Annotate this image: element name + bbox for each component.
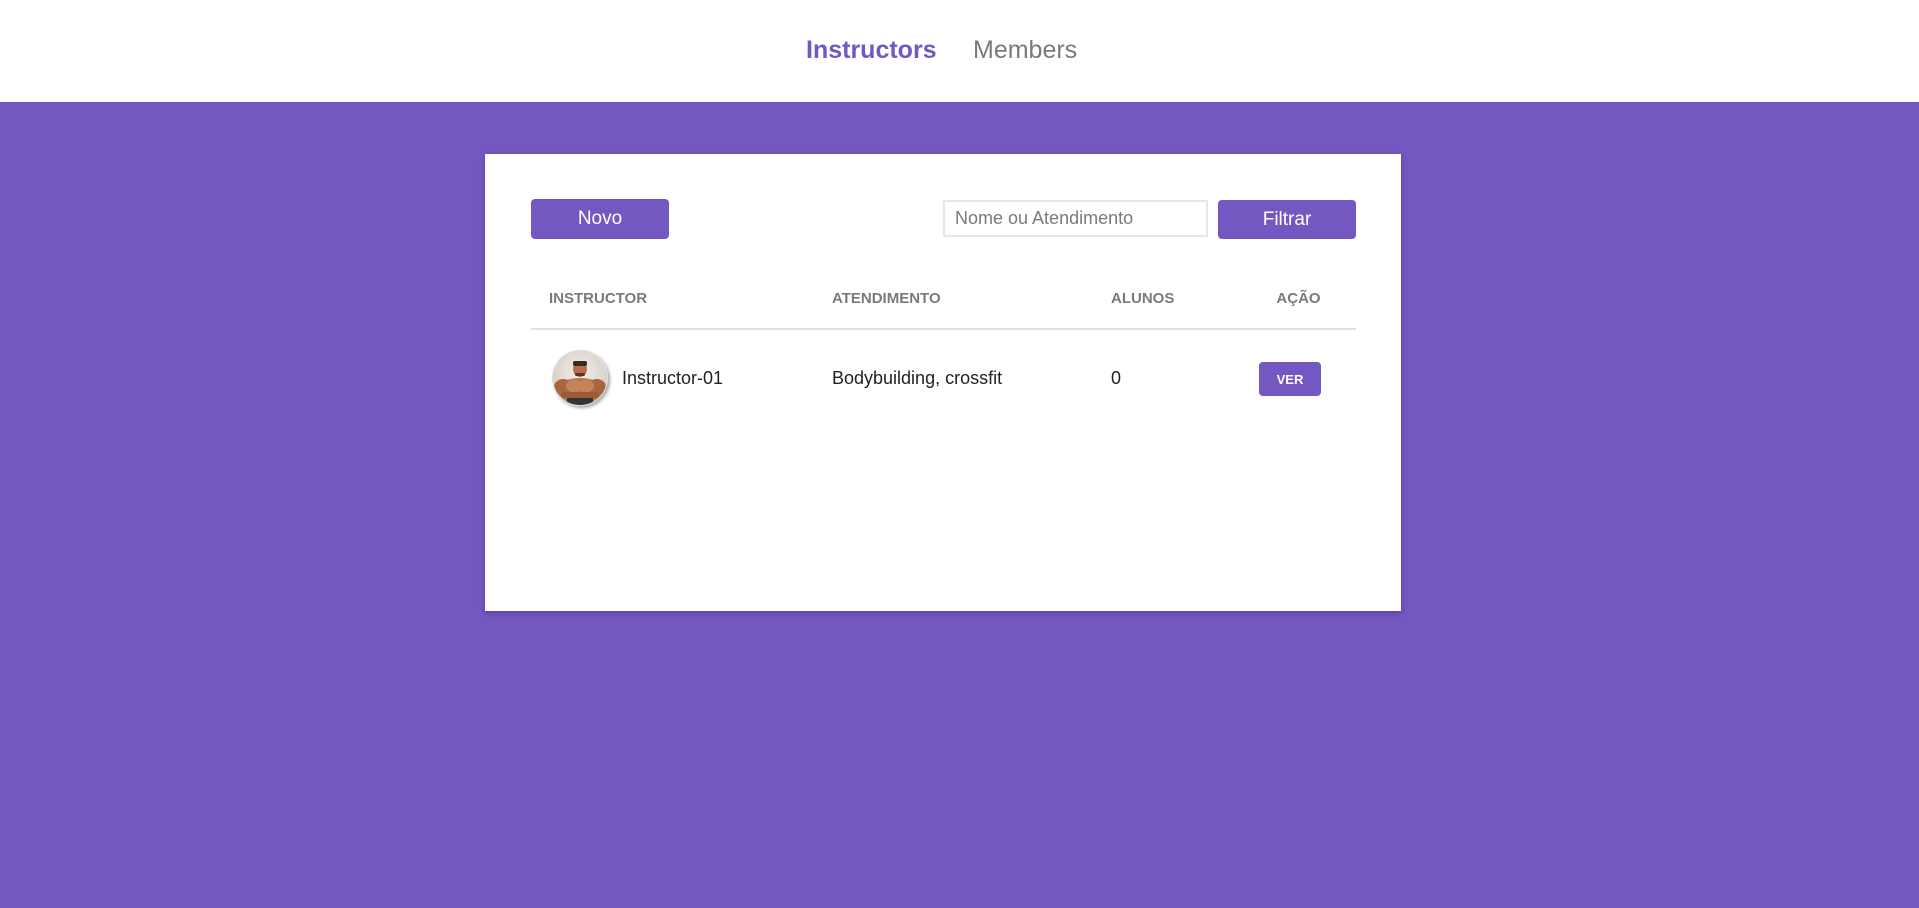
table-header-divider xyxy=(531,328,1356,330)
column-header-instructor: INSTRUCTOR xyxy=(549,290,648,307)
column-header-atendimento: ATENDIMENTO xyxy=(832,290,941,307)
instructor-alunos-count: 0 xyxy=(1111,368,1122,388)
nav-link-instructors[interactable]: Instructors xyxy=(806,34,937,66)
top-navigation-bar: Instructors Members xyxy=(0,0,1919,102)
new-instructor-button[interactable]: Novo xyxy=(531,199,669,239)
column-header-acao: AÇÃO xyxy=(1276,290,1321,307)
column-header-alunos: ALUNOS xyxy=(1111,290,1175,307)
instructor-name: Instructor-01 xyxy=(622,368,724,388)
main-nav: Instructors Members xyxy=(0,34,1919,66)
search-input[interactable] xyxy=(943,200,1208,237)
instructors-card: Novo Filtrar INSTRUCTOR ATENDIMENTO ALUN… xyxy=(485,154,1401,611)
instructor-avatar-image xyxy=(553,351,607,405)
filter-button[interactable]: Filtrar xyxy=(1218,200,1356,239)
nav-link-members[interactable]: Members xyxy=(973,34,1077,66)
view-instructor-button[interactable]: VER xyxy=(1259,362,1321,396)
instructor-atendimento: Bodybuilding, crossfit xyxy=(832,368,1003,388)
avatar xyxy=(552,350,608,406)
